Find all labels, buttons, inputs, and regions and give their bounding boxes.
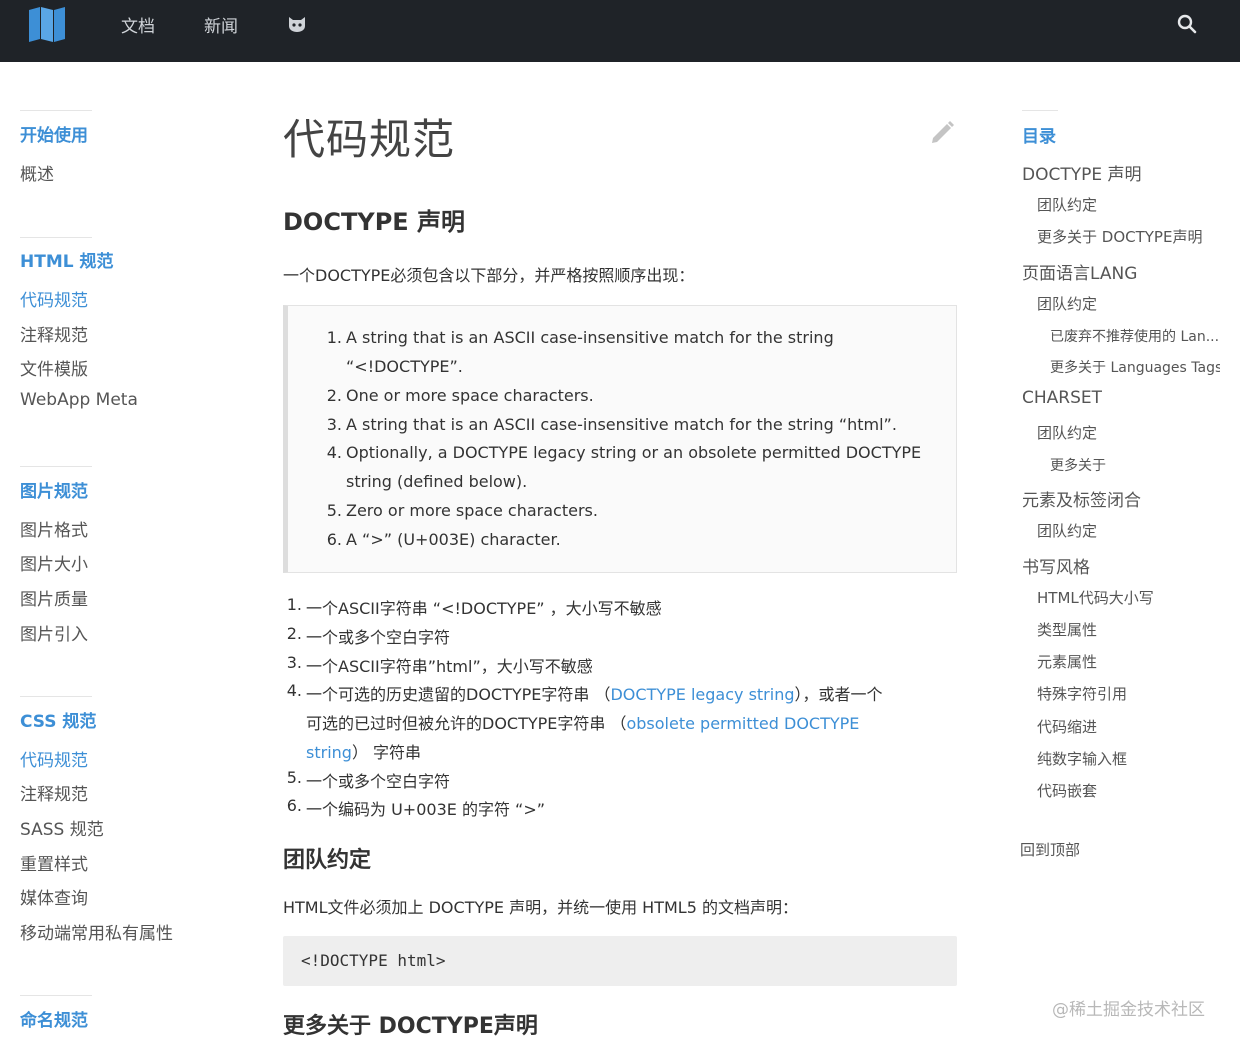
top-navbar: 文档 新闻 [0,0,1240,62]
toc-item[interactable]: 已废弃不推荐使用的 Lan... [1050,326,1219,346]
toc-item[interactable]: DOCTYPE 声明 [1022,160,1142,185]
book-logo-icon[interactable] [28,6,66,42]
sidebar-item-html-comments[interactable]: 注释规范 [20,321,88,346]
sidebar-item-sass[interactable]: SASS 规范 [20,815,104,840]
sidebar-item-media-queries[interactable]: 媒体查询 [20,884,88,909]
code-doctype: <!DOCTYPE html> [301,951,446,970]
toc-item[interactable]: 团队约定 [1037,422,1097,443]
doctype-intro: 一个DOCTYPE必须包含以下部分，并严格按照顺序出现： [283,266,695,285]
page-title: 代码规范 [283,115,456,164]
sidebar-item-image-import[interactable]: 图片引入 [20,620,88,645]
toc-item[interactable]: HTML代码大小写 [1037,587,1154,608]
sidebar-item-html-code-style[interactable]: 代码规范 [20,286,88,311]
toc-item[interactable]: 代码嵌套 [1037,780,1097,801]
obsolete-permitted-doctype-link[interactable]: obsolete permitted DOCTYPE [626,714,859,733]
section-divider [20,110,92,111]
back-to-top-link[interactable]: 回到顶部 [1020,839,1080,860]
sidebar-section-html[interactable]: HTML 规范 [20,247,114,272]
toc-item[interactable]: 团队约定 [1037,293,1097,314]
sidebar-item-webapp-meta[interactable]: WebApp Meta [20,390,138,410]
sidebar-item-css-comments[interactable]: 注释规范 [20,780,88,805]
heading-more-about-doctype: 更多关于 DOCTYPE声明 [283,1014,538,1039]
section-divider [20,466,92,467]
nav-docs-link[interactable]: 文档 [121,12,155,37]
watermark-text: @稀土掘金技术社区 [1052,1000,1205,1020]
toc-item[interactable]: CHARSET [1022,388,1102,408]
sidebar-section-getting-started[interactable]: 开始使用 [20,121,88,146]
section-divider [20,995,92,996]
toc-item[interactable]: 纯数字输入框 [1037,748,1127,769]
sidebar-item-mobile-private-props[interactable]: 移动端常用私有属性 [20,919,173,944]
sidebar-item-image-quality[interactable]: 图片质量 [20,585,88,610]
toc-item[interactable]: 特殊字符引用 [1037,683,1127,704]
pencil-edit-icon[interactable] [929,118,957,146]
toc-item[interactable]: 更多关于 Languages Tags... [1050,357,1220,377]
team-convention-text: HTML文件必须加上 DOCTYPE 声明，并统一使用 HTML5 的文档声明： [283,898,798,917]
doctype-legacy-string-link[interactable]: DOCTYPE legacy string [610,685,794,704]
toc-item[interactable]: 团队约定 [1037,194,1097,215]
toc-item[interactable]: 书写风格 [1022,553,1090,578]
github-cat-icon[interactable] [287,15,307,33]
section-divider [20,696,92,697]
toc-item[interactable]: 元素属性 [1037,651,1097,672]
toc-item[interactable]: 更多关于 [1050,455,1106,475]
sidebar-item-overview[interactable]: 概述 [20,160,54,185]
sidebar-item-image-size[interactable]: 图片大小 [20,550,88,575]
section-divider [20,237,92,238]
sidebar-item-css-code-style[interactable]: 代码规范 [20,746,88,771]
toc-divider [1022,110,1058,111]
obsolete-permitted-doctype-link-cont[interactable]: string [306,743,352,762]
sidebar-section-images[interactable]: 图片规范 [20,477,88,502]
toc-item[interactable]: 代码缩进 [1037,716,1097,737]
toc-item[interactable]: 团队约定 [1037,520,1097,541]
toc-item[interactable]: 更多关于 DOCTYPE声明 [1037,226,1202,247]
toc-item[interactable]: 类型属性 [1037,619,1097,640]
sidebar-item-reset[interactable]: 重置样式 [20,850,88,875]
sidebar-section-naming[interactable]: 命名规范 [20,1006,88,1031]
sidebar-item-html-templates[interactable]: 文件模版 [20,355,88,380]
search-icon[interactable] [1176,13,1198,35]
sidebar-section-css[interactable]: CSS 规范 [20,707,96,732]
heading-doctype: DOCTYPE 声明 [283,208,466,236]
toc-item[interactable]: 页面语言LANG [1022,259,1137,284]
code-block: <!DOCTYPE html> [283,936,957,986]
toc-item[interactable]: 元素及标签闭合 [1022,486,1141,511]
sidebar-item-image-format[interactable]: 图片格式 [20,516,88,541]
nav-news-link[interactable]: 新闻 [204,12,238,37]
heading-team-convention: 团队约定 [283,848,372,873]
blockquote-spec: 1. A string that is an ASCII case-insensi… [283,305,957,573]
toc-title: 目录 [1022,127,1056,147]
